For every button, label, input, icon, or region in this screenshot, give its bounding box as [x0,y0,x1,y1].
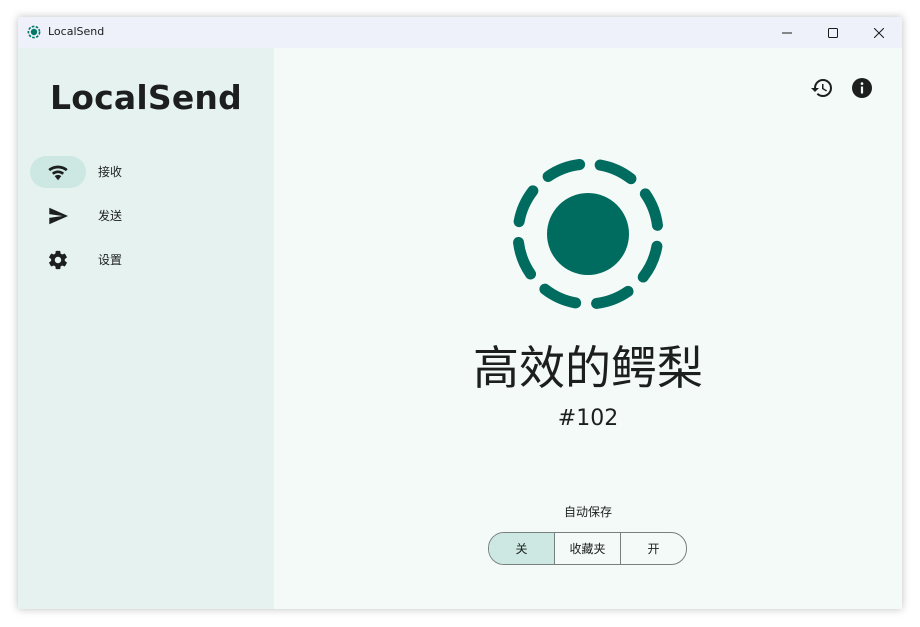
maximize-button[interactable] [810,17,856,48]
autosave-option-off[interactable]: 关 [489,533,554,564]
app-logo-icon [27,25,41,39]
nav-indicator[interactable] [30,156,86,188]
device-id: #102 [557,406,619,431]
nav-indicator[interactable] [30,244,86,276]
device-name: 高效的鳄梨 [473,341,703,395]
sidebar-item-label: 发送 [98,209,123,223]
wifi-icon [48,165,68,181]
autosave-segmented-control: 关 收藏夹 开 [488,532,687,565]
sidebar-item-label: 设置 [98,253,123,267]
autosave-label: 自动保存 [563,505,612,519]
history-button[interactable] [810,76,834,100]
minimize-button[interactable] [764,17,810,48]
autosave-option-on[interactable]: 开 [620,533,686,564]
sidebar-item-send[interactable]: 发送 [30,199,260,233]
app-window: LocalSend LocalSend 接收 发送 设置 高效的鳄梨 #102 … [18,17,902,609]
title-bar[interactable]: LocalSend [18,17,902,48]
window-title: LocalSend [48,25,105,38]
autosave-option-favorites[interactable]: 收藏夹 [554,533,620,564]
localsend-logo-icon [512,158,664,310]
minimize-icon [782,32,792,33]
close-button[interactable] [856,17,902,48]
close-icon [874,27,884,38]
main-content: 高效的鳄梨 #102 自动保存 关 收藏夹 开 [274,48,902,609]
send-icon [49,207,69,225]
sidebar-item-receive[interactable]: 接收 [30,155,260,189]
info-button[interactable] [850,76,874,100]
app-brand: LocalSend [50,78,242,117]
gear-icon [49,250,67,270]
info-icon [852,78,872,98]
sidebar-item-settings[interactable]: 设置 [30,243,260,277]
maximize-icon [828,27,838,38]
nav-indicator[interactable] [30,200,86,232]
sidebar: LocalSend 接收 发送 设置 [18,48,274,609]
history-icon [811,79,832,98]
sidebar-item-label: 接收 [98,165,123,179]
